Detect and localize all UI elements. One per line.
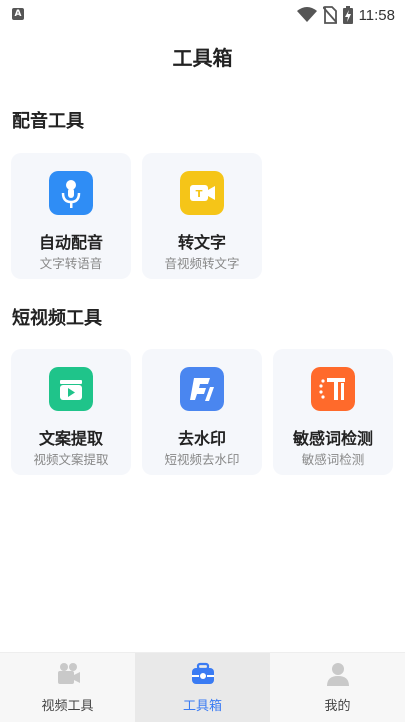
- person-icon: [327, 663, 349, 686]
- tool-name: 自动配音: [38, 233, 103, 252]
- tool-desc: 文字转语音: [39, 256, 103, 271]
- tv-play-icon: [49, 367, 93, 411]
- tool-name: 文案提取: [38, 429, 103, 448]
- section-title-short-video: 短视频工具: [12, 308, 102, 329]
- tool-desc: 短视频去水印: [164, 452, 240, 467]
- wifi-icon: [296, 7, 317, 22]
- tool-card-sensitive-words[interactable]: 敏感词检测 敏感词检测: [273, 349, 393, 475]
- watermark-icon: [180, 367, 224, 411]
- tab-toolbox[interactable]: 工具箱: [135, 653, 270, 722]
- tool-card-remove-watermark[interactable]: 去水印 短视频去水印: [142, 349, 262, 475]
- battery-charging-icon: [342, 6, 353, 24]
- tool-card-auto-dubbing[interactable]: 自动配音 文字转语音: [11, 153, 131, 279]
- tab-label: 视频工具: [41, 699, 94, 714]
- tool-name: 转文字: [177, 233, 226, 252]
- toolbox-icon: [192, 662, 214, 684]
- microphone-icon: [49, 171, 93, 215]
- film-camera-icon: [58, 663, 80, 684]
- tool-card-to-text[interactable]: T 转文字 音视频转文字: [142, 153, 262, 279]
- section-title-dubbing: 配音工具: [12, 111, 84, 132]
- status-bar: A 11:58: [0, 0, 405, 30]
- video-to-text-icon: T: [180, 171, 224, 215]
- tab-label: 我的: [324, 699, 351, 714]
- tab-video-tools[interactable]: 视频工具: [0, 653, 135, 722]
- tool-name: 敏感词检测: [292, 429, 373, 448]
- clock: 11:58: [358, 6, 395, 24]
- tab-label: 工具箱: [182, 699, 222, 714]
- tool-desc: 音视频转文字: [164, 256, 240, 271]
- app-notification-icon: A: [12, 8, 24, 20]
- tool-desc: 视频文案提取: [33, 452, 109, 467]
- tool-desc: 敏感词检测: [301, 452, 365, 467]
- no-sim-icon: [322, 6, 337, 24]
- tool-name: 去水印: [177, 429, 226, 448]
- svg-text:T: T: [196, 189, 203, 200]
- bottom-tab-bar: 视频工具 工具箱 我的: [0, 652, 405, 722]
- tool-card-copy-extract[interactable]: 文案提取 视频文案提取: [11, 349, 131, 475]
- tab-mine[interactable]: 我的: [270, 653, 405, 722]
- page-title: 工具箱: [172, 46, 233, 70]
- sensitive-word-icon: [311, 367, 355, 411]
